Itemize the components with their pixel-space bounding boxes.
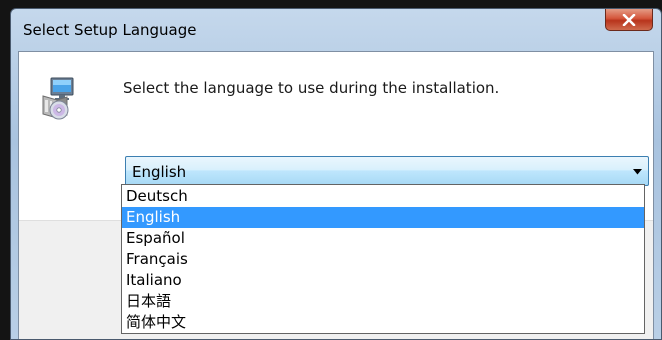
language-option-japanese[interactable]: 日本語 [122,291,644,312]
language-option-english[interactable]: English [122,207,644,228]
language-dropdown-list[interactable]: Deutsch English Español Français Italian… [121,184,645,334]
close-button[interactable] [605,9,653,31]
language-option-espanol[interactable]: Español [122,228,644,249]
language-option-simplified-chinese[interactable]: 简体中文 [122,312,644,333]
combobox-selected-value: English [132,163,187,181]
instruction-text: Select the language to use during the in… [123,79,500,97]
language-option-francais[interactable]: Français [122,249,644,270]
language-combobox[interactable]: English [125,156,649,186]
setup-installer-icon [42,77,74,120]
close-x-icon [622,13,636,26]
window-title: Select Setup Language [23,21,197,39]
language-option-italiano[interactable]: Italiano [122,270,644,291]
title-bar[interactable]: Select Setup Language [11,9,661,51]
language-option-deutsch[interactable]: Deutsch [122,186,644,207]
chevron-down-icon[interactable] [633,169,642,175]
